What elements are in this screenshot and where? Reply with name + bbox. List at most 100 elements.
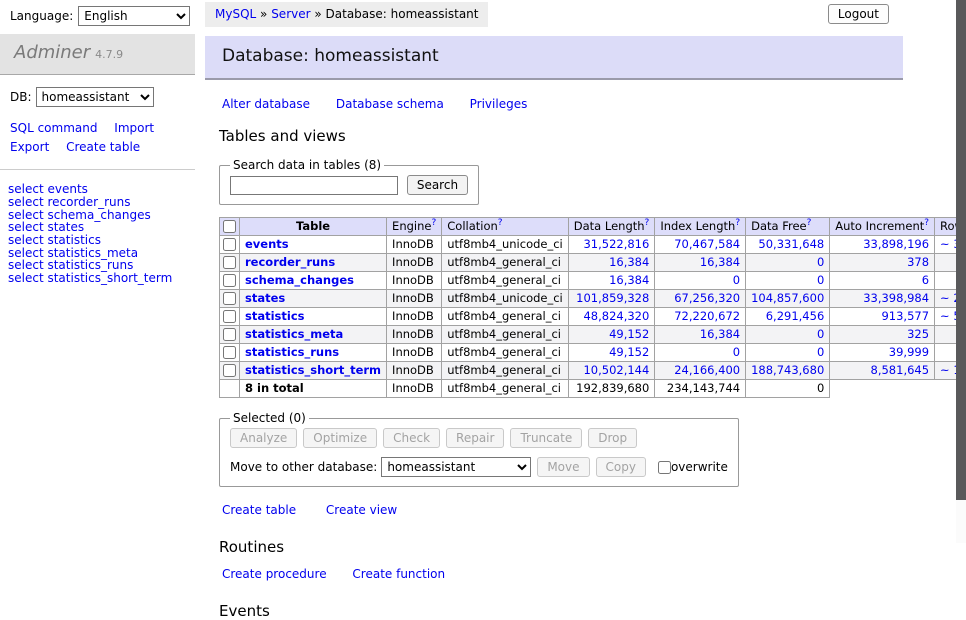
data-free-link[interactable]: 0 (817, 255, 824, 269)
data-length-link[interactable]: 10,502,144 (583, 363, 649, 377)
column-label: Engine (392, 219, 431, 233)
scrollbar-thumb[interactable] (956, 0, 966, 500)
table-link-schema-changes[interactable]: schema_changes (245, 273, 354, 287)
sidebar-link-sql-command[interactable]: SQL command (10, 121, 97, 135)
sidebar-link-export[interactable]: Export (10, 140, 49, 154)
auto-increment-link[interactable]: 39,999 (889, 345, 929, 359)
index-length-link[interactable]: 24,166,400 (674, 363, 740, 377)
breadcrumb-item-mysql[interactable]: MySQL (215, 7, 256, 21)
index-length-link[interactable]: 0 (733, 345, 740, 359)
index-length-link[interactable]: 16,384 (700, 327, 740, 341)
help-link[interactable]: ? (498, 218, 503, 228)
table-link-recorder-runs[interactable]: recorder_runs (245, 255, 335, 269)
sidebar-item-select-statistics-short-term[interactable]: select statistics_short_term (8, 272, 187, 285)
table-link-states[interactable]: states (245, 291, 285, 305)
sidebar-item-select-recorder-runs[interactable]: select recorder_runs (8, 196, 187, 209)
action-link-alter-database[interactable]: Alter database (222, 97, 310, 111)
index-length-link[interactable]: 16,384 (700, 255, 740, 269)
row-checkbox[interactable] (223, 256, 236, 269)
optimize-button[interactable]: Optimize (303, 428, 377, 448)
data-free-link[interactable]: 6,291,456 (766, 309, 825, 323)
breadcrumb-item-database-homeassistant: Database: homeassistant (326, 7, 479, 21)
table-link-events[interactable]: events (245, 237, 289, 251)
row-checkbox[interactable] (223, 292, 236, 305)
row-checkbox[interactable] (223, 238, 236, 251)
link-create-view[interactable]: Create view (326, 503, 397, 517)
row-checkbox[interactable] (223, 364, 236, 377)
breadcrumb: MySQL » Server » Database: homeassistant (205, 2, 488, 27)
drop-button[interactable]: Drop (588, 428, 637, 448)
auto-increment-link[interactable]: 6 (922, 273, 929, 287)
scrollbar[interactable] (956, 0, 966, 543)
search-input[interactable] (230, 176, 398, 195)
auto-increment-cell: 325 (830, 326, 935, 344)
sidebar-link-import[interactable]: Import (114, 121, 154, 135)
help-link[interactable]: ? (431, 218, 436, 228)
help-link[interactable]: ? (807, 218, 812, 228)
help-link[interactable]: ? (645, 218, 650, 228)
table-link-statistics-short-term[interactable]: statistics_short_term (245, 363, 381, 377)
data-length-link[interactable]: 101,859,328 (576, 291, 649, 305)
total-data-length-cell: 192,839,680 (568, 380, 655, 398)
data-free-link[interactable]: 50,331,648 (758, 237, 824, 251)
link-create-function[interactable]: Create function (352, 567, 445, 581)
sidebar-item-select-events[interactable]: select events (8, 183, 187, 196)
index-length-link[interactable]: 0 (733, 273, 740, 287)
data-length-link[interactable]: 31,522,816 (583, 237, 649, 251)
analyze-button[interactable]: Analyze (230, 428, 297, 448)
action-link-database-schema[interactable]: Database schema (336, 97, 444, 111)
index-length-link[interactable]: 67,256,320 (674, 291, 740, 305)
data-free-link[interactable]: 188,743,680 (751, 363, 824, 377)
row-checkbox[interactable] (223, 310, 236, 323)
row-checkbox[interactable] (223, 274, 236, 287)
search-button[interactable]: Search (407, 175, 468, 195)
data-length-link[interactable]: 49,152 (609, 345, 649, 359)
help-link[interactable]: ? (924, 218, 929, 228)
language-select[interactable]: English (78, 6, 190, 26)
data-free-link[interactable]: 0 (817, 327, 824, 341)
sidebar-item-select-statistics[interactable]: select statistics (8, 234, 187, 247)
data-length-link[interactable]: 16,384 (609, 255, 649, 269)
data-length-link[interactable]: 49,152 (609, 327, 649, 341)
action-link-privileges[interactable]: Privileges (470, 97, 528, 111)
move-db-select[interactable]: homeassistant (381, 457, 531, 477)
index-length-cell: 70,467,584 (655, 236, 746, 254)
events-heading: Events (219, 602, 903, 620)
routines-heading: Routines (219, 538, 903, 556)
link-create-table[interactable]: Create table (222, 503, 296, 517)
repair-button[interactable]: Repair (446, 428, 504, 448)
index-length-link[interactable]: 70,467,584 (674, 237, 740, 251)
auto-increment-link[interactable]: 325 (907, 327, 929, 341)
row-checkbox[interactable] (223, 328, 236, 341)
move-button[interactable]: Move (537, 457, 589, 477)
data-free-link[interactable]: 104,857,600 (751, 291, 824, 305)
index-length-link[interactable]: 72,220,672 (674, 309, 740, 323)
auto-increment-link[interactable]: 33,398,984 (863, 291, 929, 305)
data-free-link[interactable]: 0 (817, 273, 824, 287)
data-length-link[interactable]: 16,384 (609, 273, 649, 287)
help-link[interactable]: ? (735, 218, 740, 228)
row-checkbox[interactable] (223, 346, 236, 359)
data-free-cell: 0 (746, 344, 830, 362)
table-link-statistics[interactable]: statistics (245, 309, 305, 323)
table-link-statistics-meta[interactable]: statistics_meta (245, 327, 343, 341)
breadcrumb-item-server[interactable]: Server (271, 7, 310, 21)
truncate-button[interactable]: Truncate (510, 428, 582, 448)
db-select[interactable]: homeassistant (36, 87, 154, 107)
auto-increment-link[interactable]: 913,577 (881, 309, 929, 323)
sidebar-link-create-table[interactable]: Create table (66, 140, 140, 154)
select-all-checkbox[interactable] (223, 220, 236, 233)
table-link-statistics-runs[interactable]: statistics_runs (245, 345, 339, 359)
overwrite-checkbox[interactable] (658, 461, 671, 474)
auto-increment-link[interactable]: 33,898,196 (863, 237, 929, 251)
link-create-procedure[interactable]: Create procedure (222, 567, 327, 581)
index-length-cell: 16,384 (655, 254, 746, 272)
data-length-link[interactable]: 48,824,320 (583, 309, 649, 323)
auto-increment-link[interactable]: 8,581,645 (871, 363, 930, 377)
check-button[interactable]: Check (383, 428, 440, 448)
logout-button[interactable]: Logout (828, 4, 889, 24)
auto-increment-link[interactable]: 378 (907, 255, 929, 269)
collation-cell: utf8mb4_general_ci (442, 272, 569, 290)
copy-button[interactable]: Copy (596, 457, 646, 477)
data-free-link[interactable]: 0 (817, 345, 824, 359)
